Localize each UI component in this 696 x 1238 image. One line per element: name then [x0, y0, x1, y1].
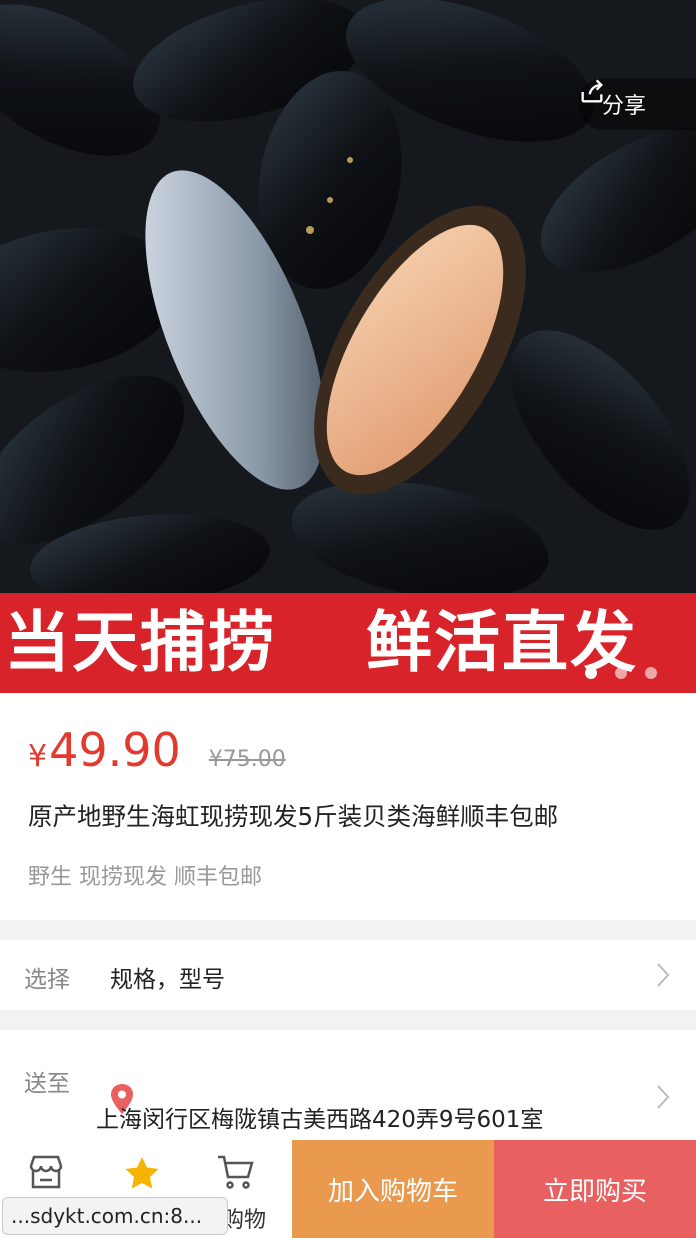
product-tags: 野生 现捞现发 顺丰包邮	[28, 865, 262, 890]
cart-icon[interactable]	[216, 1154, 256, 1190]
currency-symbol: ¥	[28, 739, 48, 774]
spec-selector[interactable]: 选择 规格，型号	[0, 940, 696, 1010]
chevron-right-icon	[657, 1085, 670, 1109]
share-label: 分享	[602, 94, 647, 119]
chevron-right-icon	[657, 963, 670, 987]
share-icon	[581, 79, 603, 103]
original-price: ¥75.00	[208, 747, 286, 772]
shipping-label: 送至	[24, 1071, 70, 1097]
carousel-dot[interactable]	[585, 667, 597, 679]
product-info: ¥ 49.90 ¥75.00 原产地野生海虹现捞现发5斤装贝类海鲜顺丰包邮 野生…	[0, 693, 696, 920]
price-row: ¥ 49.90 ¥75.00	[28, 723, 286, 777]
current-price: 49.90	[49, 723, 181, 777]
spec-label: 选择	[24, 967, 70, 993]
star-icon[interactable]	[122, 1154, 162, 1190]
shipping-address: 上海闵行区梅陇镇古美西路420弄9号601室	[96, 1107, 544, 1133]
spec-value: 规格，型号	[110, 967, 225, 993]
shipping-address-row[interactable]: 送至 上海闵行区梅陇镇古美西路420弄9号601室	[0, 1030, 696, 1140]
buy-now-button[interactable]: 立即购买	[494, 1140, 696, 1238]
product-image-carousel[interactable]: 分享 当天捕捞 鲜活直发	[0, 0, 696, 693]
banner-text-left: 当天捕捞	[4, 604, 276, 681]
carousel-dot[interactable]	[645, 667, 657, 679]
add-to-cart-button[interactable]: 加入购物车	[292, 1140, 494, 1238]
shop-icon[interactable]	[26, 1154, 66, 1190]
url-status-tooltip: ...sdykt.com.cn:8...	[2, 1197, 228, 1235]
product-title: 原产地野生海虹现捞现发5斤装贝类海鲜顺丰包邮	[28, 802, 559, 831]
share-button[interactable]: 分享	[578, 78, 696, 130]
carousel-dot[interactable]	[615, 667, 627, 679]
carousel-indicator	[585, 667, 657, 679]
cart-label[interactable]: 购物	[222, 1202, 266, 1234]
